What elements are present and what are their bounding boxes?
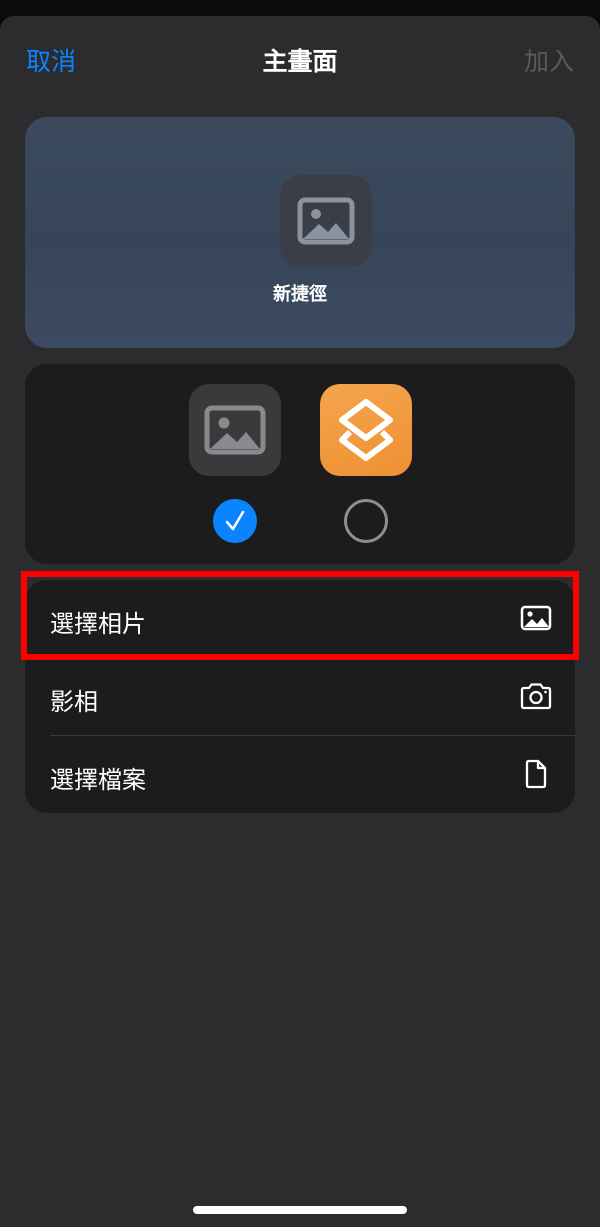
menu-item-label: 影相 <box>50 688 98 716</box>
icon-picker <box>25 364 575 564</box>
photo-icon <box>204 405 266 455</box>
checkmark-icon <box>225 510 245 531</box>
highlight-box <box>21 571 579 660</box>
camera-icon <box>519 680 553 712</box>
menu-item-label: 選擇檔案 <box>50 766 146 794</box>
shortcut-name[interactable]: 新捷徑 <box>25 280 575 306</box>
page-title: 主畫面 <box>262 47 338 76</box>
add-button[interactable]: 加入 <box>524 42 574 78</box>
photo-icon <box>297 197 355 245</box>
home-indicator <box>193 1206 407 1214</box>
shortcuts-option-radio[interactable] <box>344 499 388 543</box>
shortcuts-icon <box>339 399 393 461</box>
photo-icon-option[interactable] <box>189 384 281 476</box>
menu-item-choose-file[interactable]: 選擇檔案 <box>25 736 575 813</box>
document-icon <box>519 758 553 790</box>
menu-item-take-photo[interactable]: 影相 <box>25 658 575 735</box>
shortcut-preview-icon[interactable] <box>280 175 372 267</box>
shortcuts-icon-option[interactable] <box>320 384 412 476</box>
navigation-bar: 取消 主畫面 加入 <box>0 16 600 102</box>
home-screen-preview: 新捷徑 <box>25 117 575 348</box>
photo-option-checkmark[interactable] <box>213 499 257 543</box>
